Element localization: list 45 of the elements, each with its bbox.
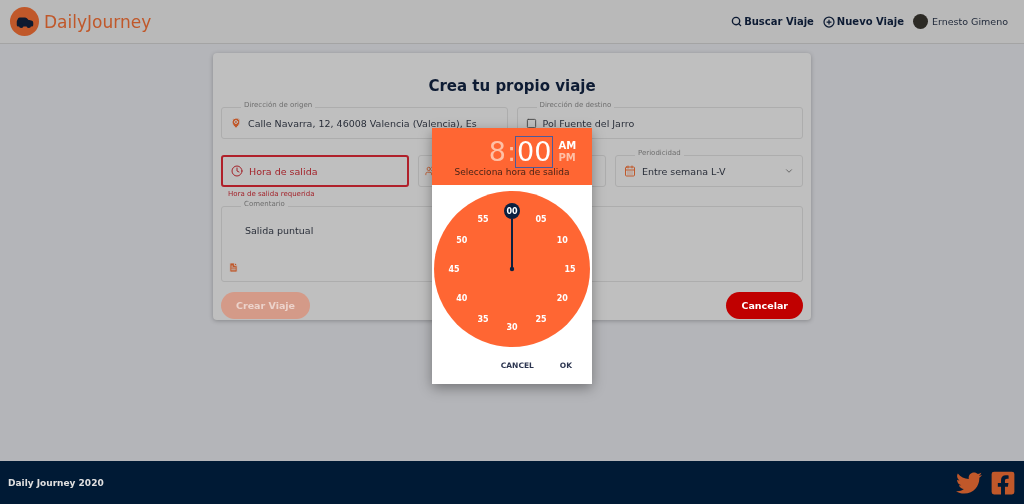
avatar[interactable] bbox=[912, 14, 928, 29]
new-trip-link[interactable]: Nuevo Viaje bbox=[822, 15, 904, 28]
user-name[interactable]: Ernesto Gimeno bbox=[931, 16, 1008, 27]
picker-caption: Selecciona hora de salida bbox=[454, 166, 570, 177]
square-icon bbox=[525, 117, 537, 129]
field-value: Calle Navarra, 12, 46008 Valencia (Valencia), Es bbox=[248, 117, 477, 129]
field-value: Pol Fuente del Jarro bbox=[542, 117, 635, 129]
field-value: Entre semana L-V bbox=[642, 165, 726, 177]
minute-label[interactable]: 00 bbox=[506, 207, 518, 216]
search-icon bbox=[731, 16, 743, 27]
footer-text: Daily Journey 2020 bbox=[8, 477, 104, 488]
clock-face[interactable] bbox=[434, 191, 590, 347]
field-placeholder: Hora de salida bbox=[249, 165, 318, 177]
dropdown-caret-icon bbox=[784, 166, 794, 176]
form-title: Crea tu propio viaje bbox=[427, 77, 597, 95]
minute-label[interactable]: 55 bbox=[477, 214, 489, 224]
period-option[interactable]: AM bbox=[558, 139, 577, 152]
clock-icon bbox=[231, 165, 243, 177]
minute-label[interactable]: 10 bbox=[556, 236, 568, 245]
calendar-icon bbox=[624, 165, 636, 177]
plus-circle-icon bbox=[822, 15, 835, 28]
period-option[interactable]: PM bbox=[558, 151, 577, 164]
document-icon bbox=[228, 262, 239, 273]
hour-display[interactable]: 8 bbox=[487, 136, 507, 167]
search-trip-link[interactable]: Buscar Viaje bbox=[731, 16, 814, 27]
time-separator: : bbox=[507, 136, 517, 167]
minute-label[interactable]: 05 bbox=[535, 214, 547, 224]
input-field[interactable]: Hora de salida bbox=[221, 155, 409, 187]
clock-center bbox=[509, 266, 515, 272]
minute-label[interactable]: 40 bbox=[456, 294, 468, 303]
car-logo-icon[interactable] bbox=[10, 7, 39, 36]
minute-label[interactable]: 30 bbox=[506, 323, 518, 332]
minute-label[interactable]: 15 bbox=[564, 265, 576, 274]
minute-label[interactable]: 45 bbox=[448, 265, 460, 274]
minute-label[interactable]: 35 bbox=[477, 315, 489, 325]
facebook-icon[interactable] bbox=[990, 469, 1016, 496]
map-pin-icon bbox=[230, 117, 242, 129]
minute-label[interactable]: 20 bbox=[556, 294, 568, 303]
cancel-button[interactable]: Cancelar bbox=[726, 292, 803, 319]
app-logo-text[interactable]: DailyJourney bbox=[44, 11, 152, 32]
minute-label[interactable]: 25 bbox=[535, 315, 547, 325]
minute-label[interactable]: 50 bbox=[456, 236, 468, 245]
field-value: Salida puntual bbox=[245, 225, 314, 236]
people-icon bbox=[425, 166, 435, 176]
minutes-display[interactable]: 00 bbox=[516, 136, 553, 167]
